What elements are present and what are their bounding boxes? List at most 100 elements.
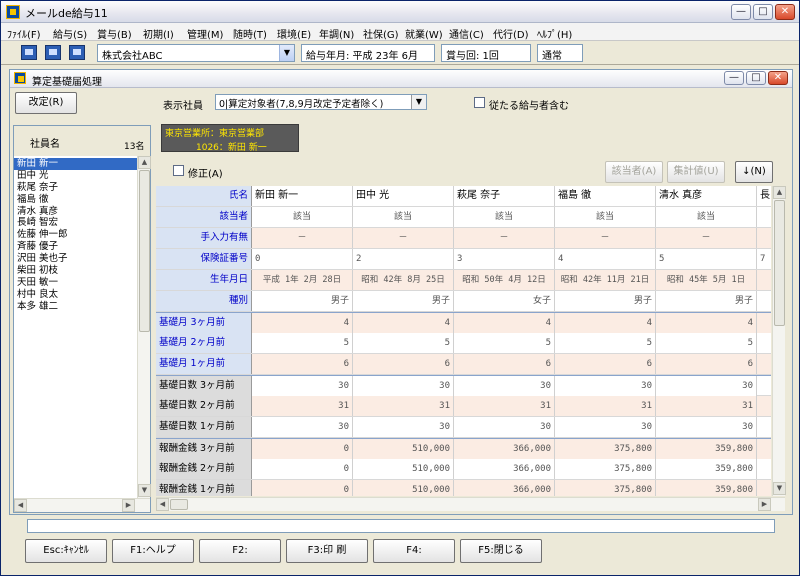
table-cell[interactable]: 359,800 (656, 459, 757, 479)
table-cell[interactable]: 4 (555, 249, 656, 269)
table-cell[interactable] (757, 439, 771, 459)
table-cell[interactable]: 昭和 50年 4月 12日 (454, 270, 555, 290)
grid-vscrollbar[interactable]: ▲ ▼ (772, 186, 786, 496)
table-cell[interactable]: 男子 (252, 291, 353, 311)
table-cell[interactable]: 30 (353, 376, 454, 396)
table-cell[interactable]: 31 (555, 396, 656, 416)
table-cell[interactable]: 男子 (656, 291, 757, 311)
table-cell[interactable]: 昭和 42年 8月 25日 (353, 270, 454, 290)
table-cell[interactable]: － (353, 228, 454, 248)
column-header[interactable]: 田中 光 (353, 186, 454, 206)
scroll-down-icon[interactable]: ▼ (138, 484, 151, 497)
table-cell[interactable]: 30 (555, 376, 656, 396)
menu-bonus[interactable]: 賞与(B) (97, 26, 132, 41)
table-cell[interactable]: 366,000 (454, 459, 555, 479)
table-cell[interactable]: 2 (353, 249, 454, 269)
menu-salary[interactable]: 給与(S) (53, 26, 87, 41)
aggregate-button[interactable]: 集計値(U) (667, 161, 725, 183)
table-cell[interactable]: 375,800 (555, 439, 656, 459)
table-cell[interactable]: 6 (555, 354, 656, 374)
table-cell[interactable]: 0 (252, 439, 353, 459)
table-cell[interactable]: 3 (454, 249, 555, 269)
table-cell[interactable]: 0 (252, 480, 353, 496)
table-cell[interactable]: 女子 (454, 291, 555, 311)
list-item[interactable]: 天田 敏一 (14, 277, 137, 289)
table-cell[interactable]: 4 (656, 313, 757, 333)
scroll-right-icon[interactable]: ▶ (122, 499, 135, 512)
table-cell[interactable]: 昭和 42年 11月 21日 (555, 270, 656, 290)
list-item[interactable]: 清水 真彦 (14, 206, 137, 218)
table-cell[interactable]: 昭和 45年 5月 1日 (656, 270, 757, 290)
list-item[interactable]: 村中 良太 (14, 289, 137, 301)
menu-initial[interactable]: 初期(I) (143, 26, 174, 41)
save-icon[interactable] (21, 45, 37, 60)
table-cell[interactable]: 6 (353, 354, 454, 374)
table-cell[interactable]: 該当 (555, 207, 656, 227)
table-cell[interactable]: 30 (555, 417, 656, 437)
table-cell[interactable]: 該当 (656, 207, 757, 227)
list-item[interactable]: 佐藤 伸一郎 (14, 229, 137, 241)
list-item[interactable]: 萩尾 奈子 (14, 182, 137, 194)
menu-file[interactable]: ﾌｧｲﾙ(F) (7, 26, 41, 41)
next-row-button[interactable]: ↓(N) (735, 161, 773, 183)
prev-icon[interactable] (45, 45, 61, 60)
data-grid[interactable]: 氏名 新田 新一 田中 光 萩尾 奈子 福島 徹 清水 真彦 長 該当者 該当 … (156, 186, 771, 496)
table-cell[interactable]: 359,800 (656, 480, 757, 496)
list-item[interactable]: 柴田 初枝 (14, 265, 137, 277)
table-cell[interactable]: － (454, 228, 555, 248)
table-cell[interactable]: 30 (454, 417, 555, 437)
table-cell[interactable] (757, 354, 771, 374)
table-cell[interactable]: 5 (252, 333, 353, 353)
scroll-thumb[interactable] (774, 200, 785, 326)
next-icon[interactable] (69, 45, 85, 60)
column-header[interactable]: 新田 新一 (252, 186, 353, 206)
table-cell[interactable]: － (656, 228, 757, 248)
table-cell[interactable]: 4 (454, 313, 555, 333)
minimize-button[interactable]: — (731, 4, 751, 20)
scroll-up-icon[interactable]: ▲ (773, 186, 786, 199)
f4-button[interactable]: F4: (373, 539, 455, 563)
table-cell[interactable] (757, 270, 771, 290)
table-cell[interactable]: 平成 1年 2月 28日 (252, 270, 353, 290)
table-cell[interactable]: 該当 (252, 207, 353, 227)
menu-anytime[interactable]: 随時(T) (233, 26, 267, 41)
table-cell[interactable]: 30 (353, 417, 454, 437)
table-cell[interactable]: 31 (252, 396, 353, 416)
menu-comm[interactable]: 通信(C) (449, 26, 484, 41)
table-cell[interactable]: 4 (555, 313, 656, 333)
table-cell[interactable]: － (252, 228, 353, 248)
table-cell[interactable]: 375,800 (555, 480, 656, 496)
table-cell[interactable] (757, 228, 771, 248)
table-cell[interactable]: 4 (353, 313, 454, 333)
table-cell[interactable]: 0 (252, 249, 353, 269)
applicable-button[interactable]: 該当者(A) (605, 161, 663, 183)
list-item[interactable]: 本多 雄二 (14, 301, 137, 313)
menu-year-end[interactable]: 年調(N) (319, 26, 354, 41)
column-header[interactable]: 萩尾 奈子 (454, 186, 555, 206)
menu-agent[interactable]: 代行(D) (493, 26, 529, 41)
table-cell[interactable]: 30 (252, 417, 353, 437)
menu-manage[interactable]: 管理(M) (187, 26, 223, 41)
list-item[interactable]: 福島 徹 (14, 194, 137, 206)
company-select[interactable]: 株式会社ABC ▼ (97, 44, 295, 62)
table-cell[interactable]: 該当 (454, 207, 555, 227)
list-item[interactable]: 新田 新一 (14, 158, 137, 170)
column-header[interactable]: 清水 真彦 (656, 186, 757, 206)
scroll-left-icon[interactable]: ◀ (14, 499, 27, 512)
table-cell[interactable]: 366,000 (454, 480, 555, 496)
close-button[interactable]: ✕ (775, 4, 795, 20)
employee-list-scrollbar[interactable]: ▲ ▼ (137, 156, 151, 498)
table-cell[interactable]: 6 (656, 354, 757, 374)
correction-checkbox[interactable] (173, 165, 184, 176)
table-cell[interactable]: 375,800 (555, 459, 656, 479)
include-dependents-checkbox[interactable] (474, 97, 485, 108)
table-cell[interactable]: 31 (656, 396, 757, 416)
menu-help[interactable]: ﾍﾙﾌﾟ(H) (537, 26, 572, 41)
table-cell[interactable]: 5 (353, 333, 454, 353)
chevron-down-icon[interactable]: ▼ (279, 45, 294, 61)
employee-list-hscrollbar[interactable]: ◀ ▶ (14, 498, 150, 512)
chevron-down-icon[interactable]: ▼ (411, 95, 426, 109)
table-cell[interactable]: 366,000 (454, 439, 555, 459)
revise-button[interactable]: 改定(R) (15, 92, 77, 114)
maximize-button[interactable]: □ (753, 4, 773, 20)
